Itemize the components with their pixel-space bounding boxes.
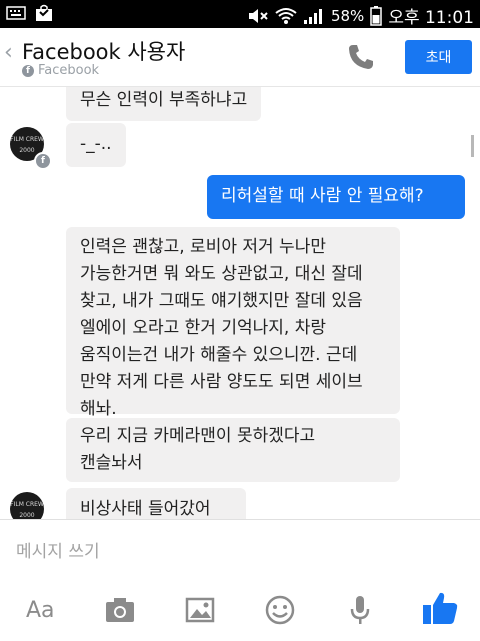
camera-icon[interactable] (102, 592, 138, 628)
conversation-header: ‹ Facebook 사용자 f Facebook 초대 (0, 28, 480, 87)
conversation-title: Facebook 사용자 (22, 40, 186, 64)
shopping-bag-icon (36, 4, 52, 21)
scrollbar[interactable] (471, 135, 474, 157)
emoji-icon[interactable] (262, 592, 298, 628)
message-bubble: -_-.. (66, 123, 126, 167)
clock: 오후 11:01 (388, 8, 474, 28)
message-bubble-outgoing: 리허설할 때 사람 안 필요해? (207, 175, 465, 219)
gallery-icon[interactable] (182, 592, 218, 628)
facebook-icon: f (22, 64, 34, 77)
microphone-icon[interactable] (342, 592, 378, 628)
subtitle-text: Facebook (38, 63, 100, 78)
message-bubble: 우리 지금 카메라맨이 못하겠다고 캔슬놔서 (66, 418, 400, 482)
keyboard-icon (6, 6, 26, 20)
conversation-subtitle: f Facebook (22, 63, 99, 78)
status-bar: 58% 오후 11:01 (0, 0, 480, 28)
invite-button[interactable]: 초대 (405, 40, 472, 74)
signal-icon (303, 8, 322, 24)
message-bubble: 인력은 괜찮고, 로비아 저거 누나만 가능한거면 뭐 와도 상관없고, 대신 … (66, 227, 400, 419)
volume-muted-icon (248, 8, 268, 23)
message-input[interactable] (14, 534, 458, 570)
back-chevron-icon[interactable]: ‹ (4, 40, 13, 65)
message-bubble: 비상사태 들어갔어 (66, 488, 246, 519)
messenger-badge-icon: f (34, 152, 52, 170)
thumbs-up-icon[interactable] (420, 588, 460, 628)
wifi-icon (275, 7, 297, 24)
text-format-button[interactable]: Aa (26, 598, 55, 623)
battery-percent: 58% (330, 6, 365, 25)
composer: Aa (0, 519, 480, 641)
battery-icon (370, 5, 383, 26)
message-list[interactable]: 무슨 인력이 부족하냐고 FILM CREW 2000 f -_-.. 리허설할… (0, 87, 480, 519)
message-bubble: 무슨 인력이 부족하냐고 (66, 87, 262, 121)
avatar[interactable]: FILM CREW 2000 (10, 492, 44, 519)
phone-icon[interactable] (346, 42, 376, 72)
